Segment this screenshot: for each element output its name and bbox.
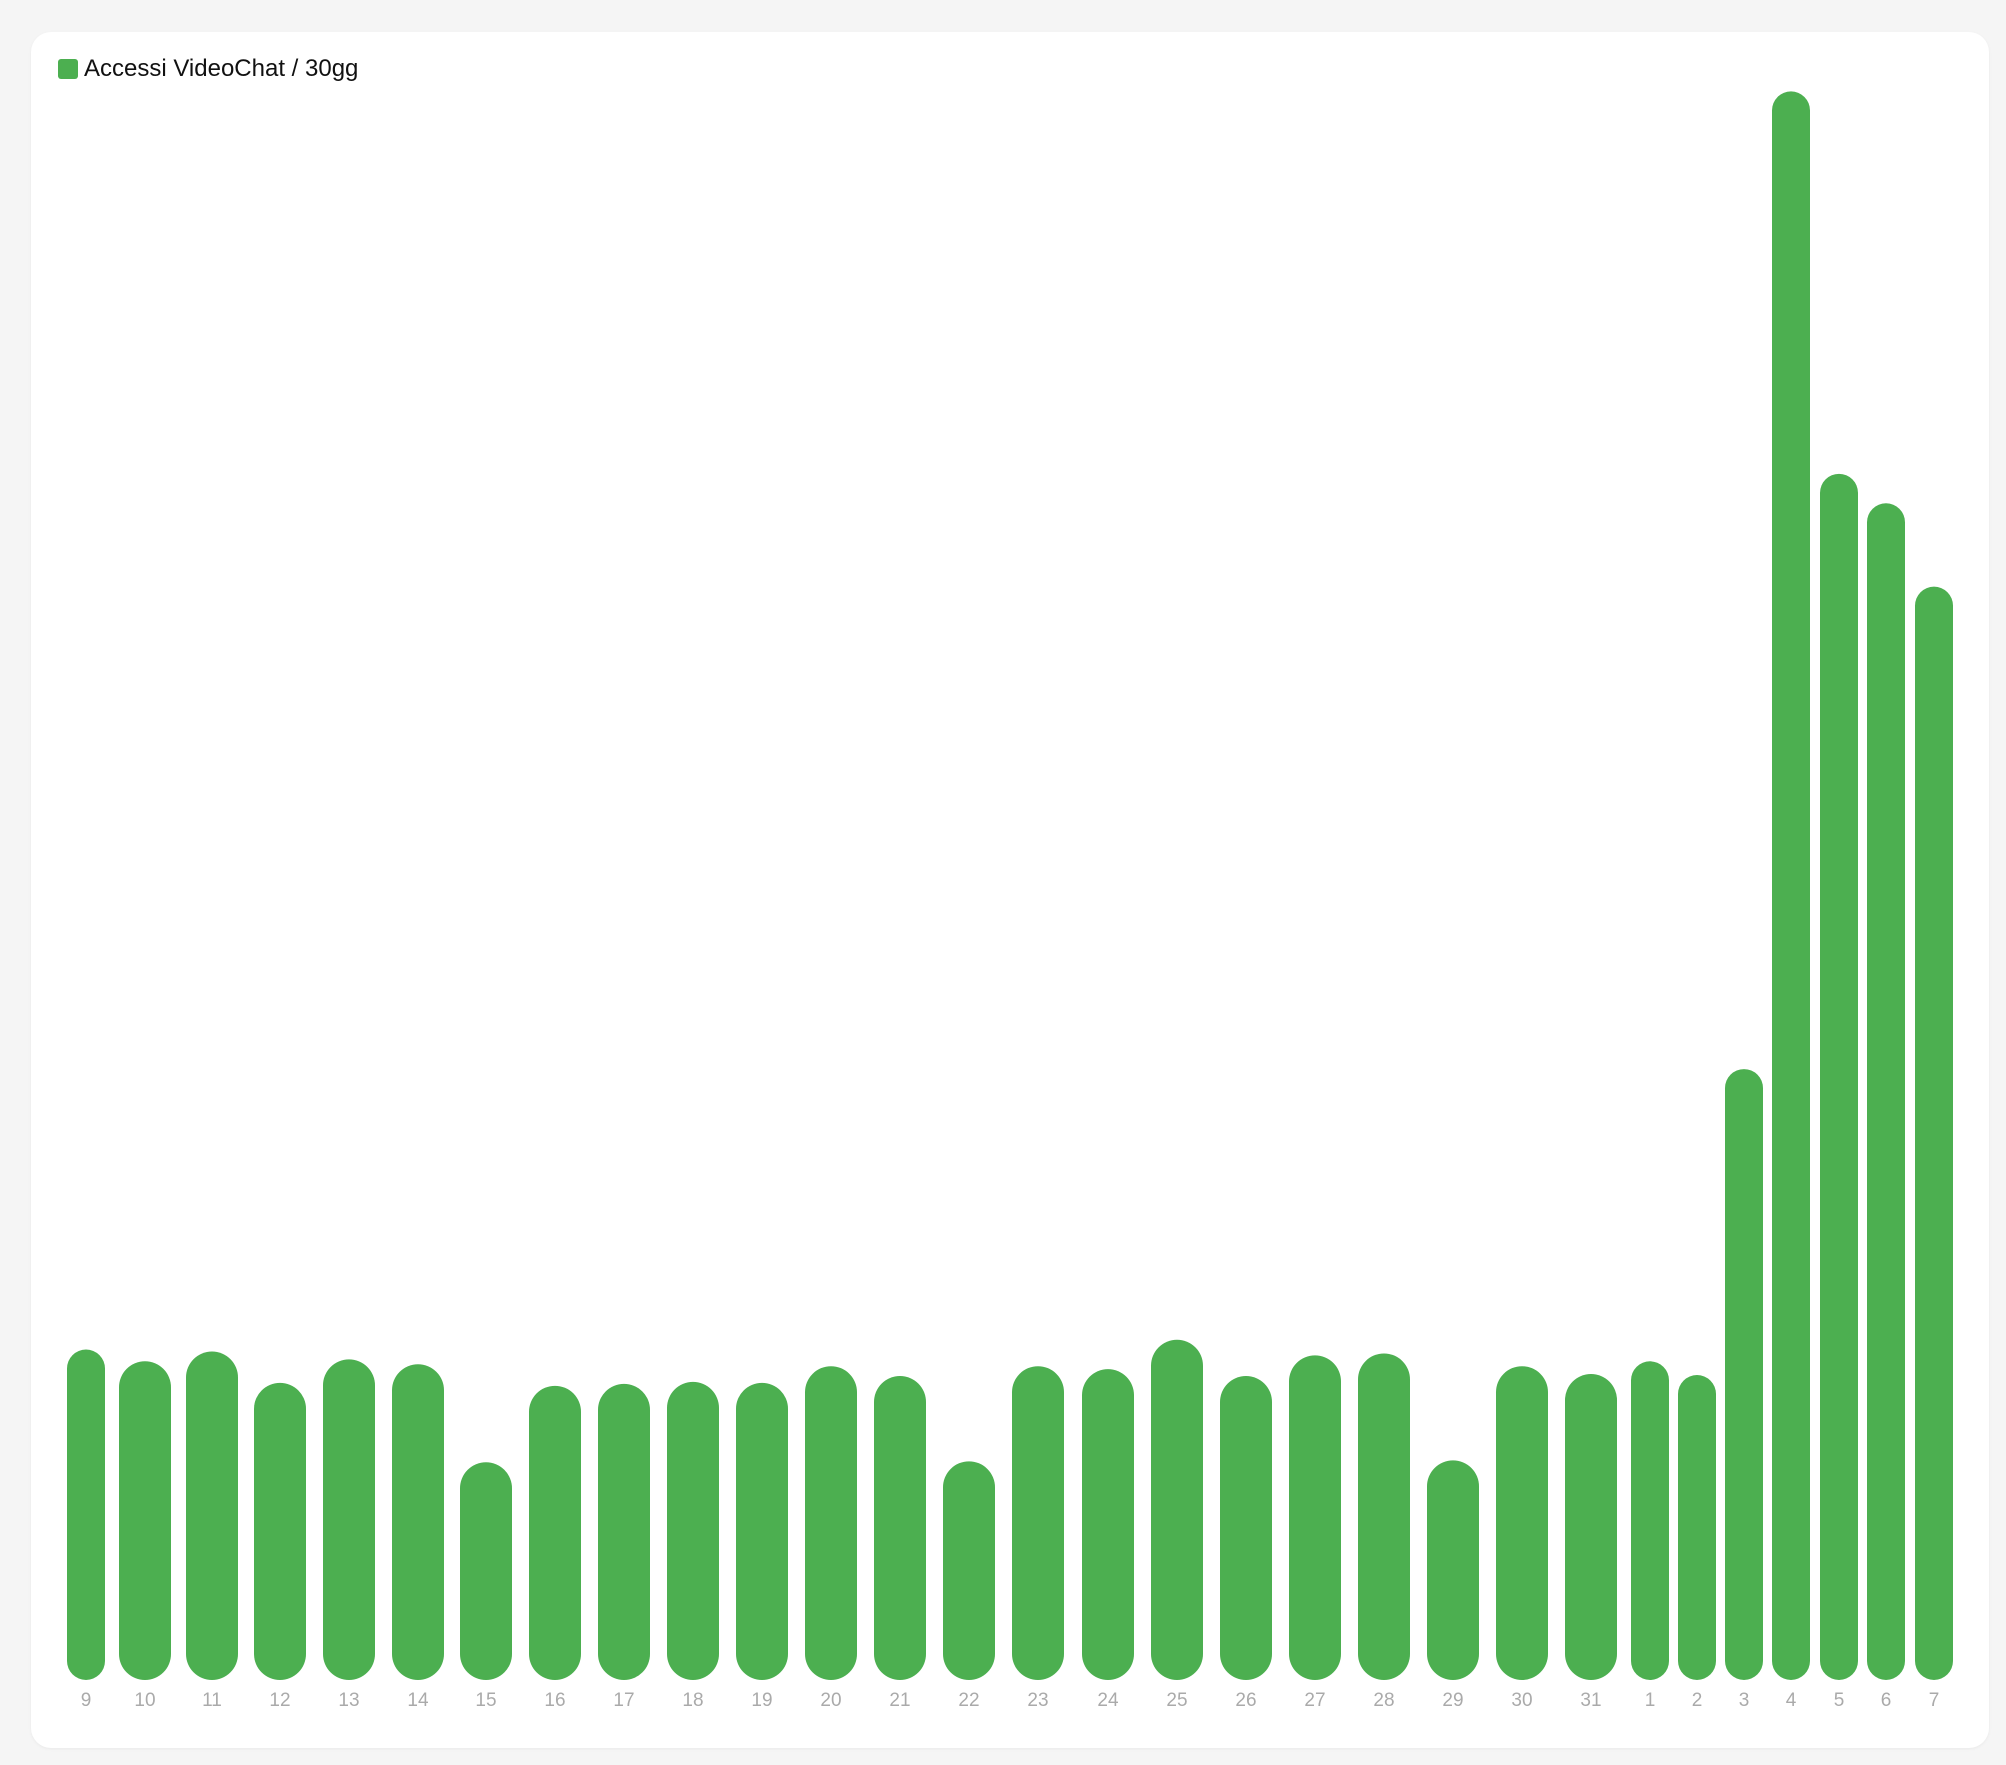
bar-chart: 9 10 11 12 13 14 15 16 17 18 19 20 21 22 23 24 25 26 27 28 2…	[67, 91, 1953, 1711]
bar-4[interactable]	[1772, 91, 1810, 1680]
bar-21[interactable]	[874, 1376, 926, 1680]
x-tick-label: 16	[544, 1690, 565, 1711]
x-tick-label: 28	[1373, 1690, 1394, 1711]
x-tick-label: 18	[682, 1690, 703, 1711]
x-tick-label: 5	[1834, 1690, 1845, 1711]
x-tick-label: 9	[81, 1690, 92, 1711]
bar-22[interactable]	[943, 1461, 995, 1680]
x-tick-label: 20	[820, 1690, 841, 1711]
bar-30[interactable]	[1496, 1366, 1548, 1680]
x-tick-label: 15	[475, 1690, 496, 1711]
x-tick-label: 31	[1580, 1690, 1601, 1711]
bar-16[interactable]	[529, 1385, 581, 1680]
bar-7[interactable]	[1915, 586, 1953, 1680]
x-tick-label: 23	[1027, 1690, 1048, 1711]
x-tick-label: 14	[407, 1690, 429, 1711]
bar-18[interactable]	[667, 1381, 719, 1680]
bar-11[interactable]	[186, 1351, 238, 1680]
bar-5[interactable]	[1820, 473, 1858, 1681]
x-tick-label: 25	[1166, 1690, 1187, 1711]
bar-27[interactable]	[1289, 1355, 1341, 1680]
bar-17[interactable]	[598, 1383, 650, 1680]
x-tick-label: 30	[1511, 1690, 1532, 1711]
bar-3[interactable]	[1725, 1069, 1763, 1680]
bar-1[interactable]	[1631, 1361, 1669, 1680]
bar-14[interactable]	[392, 1364, 444, 1680]
x-tick-label: 13	[338, 1690, 359, 1711]
x-tick-label: 7	[1929, 1690, 1940, 1711]
bar-31[interactable]	[1565, 1374, 1617, 1680]
bar-6[interactable]	[1867, 503, 1905, 1681]
x-tick-label: 26	[1235, 1690, 1256, 1711]
bar-26[interactable]	[1220, 1376, 1272, 1680]
x-tick-label: 1	[1645, 1690, 1656, 1711]
x-tick-label: 21	[889, 1690, 910, 1711]
x-tick-label: 3	[1739, 1690, 1750, 1711]
x-tick-label: 12	[269, 1690, 290, 1711]
bar-13[interactable]	[323, 1359, 375, 1680]
x-tick-label: 4	[1786, 1690, 1797, 1711]
bar-2[interactable]	[1678, 1375, 1716, 1680]
x-tick-label: 22	[958, 1690, 979, 1711]
x-tick-label: 17	[613, 1690, 634, 1711]
x-tick-label: 27	[1304, 1690, 1325, 1711]
bar-25[interactable]	[1151, 1339, 1203, 1680]
bar-9[interactable]	[67, 1349, 105, 1680]
x-tick-label: 29	[1442, 1690, 1463, 1711]
x-tick-label: 2	[1692, 1690, 1703, 1711]
x-tick-label: 10	[134, 1690, 155, 1711]
bar-24[interactable]	[1082, 1369, 1134, 1680]
bar-28[interactable]	[1358, 1353, 1410, 1680]
x-tick-label: 24	[1097, 1690, 1119, 1711]
bar-23[interactable]	[1012, 1366, 1064, 1680]
bar-19[interactable]	[736, 1382, 788, 1680]
x-tick-label: 6	[1881, 1690, 1892, 1711]
bar-12[interactable]	[254, 1382, 306, 1680]
bar-20[interactable]	[805, 1366, 857, 1680]
bar-15[interactable]	[460, 1462, 512, 1680]
x-tick-label: 19	[751, 1690, 772, 1711]
bar-10[interactable]	[119, 1361, 171, 1680]
x-tick-label: 11	[202, 1690, 222, 1711]
bar-29[interactable]	[1427, 1460, 1479, 1680]
